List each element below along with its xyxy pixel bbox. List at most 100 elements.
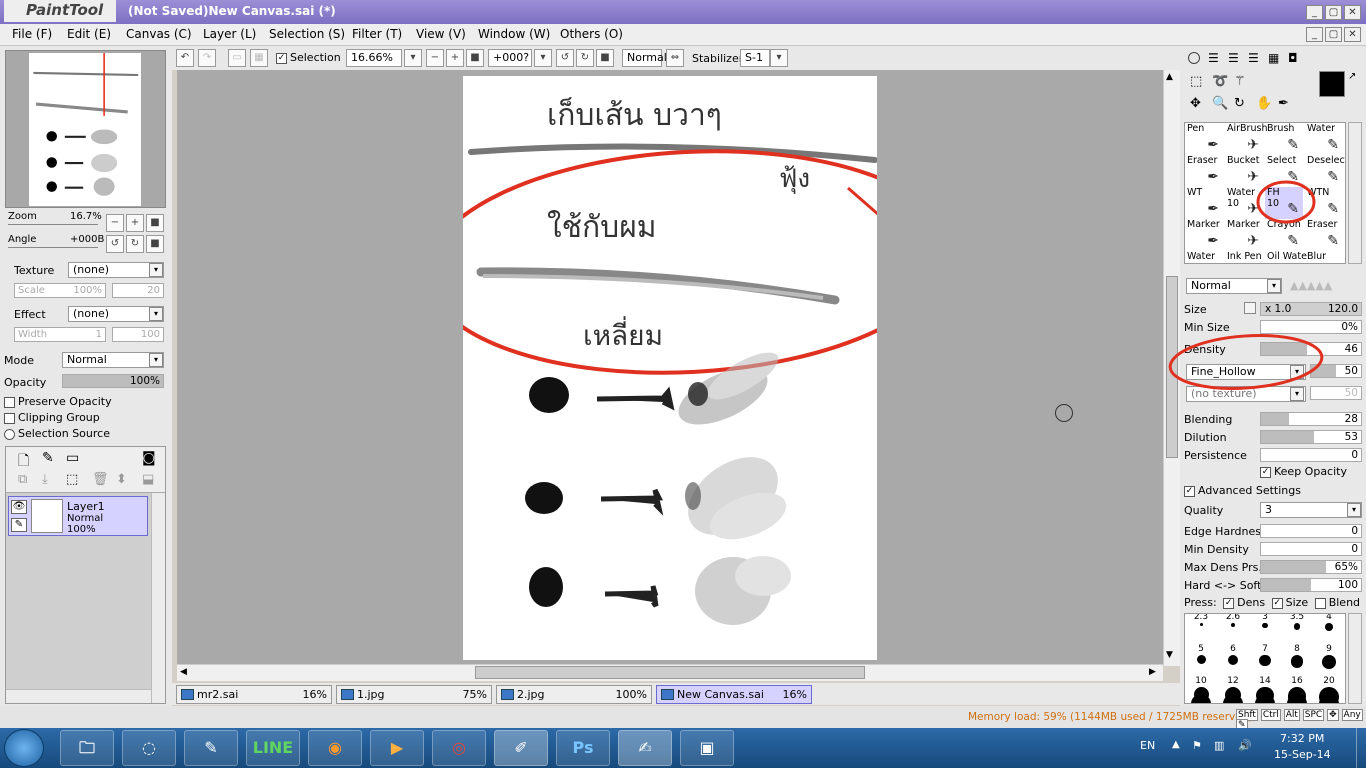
nav-zoom-reset-icon[interactable]: ■ (146, 214, 164, 232)
rotate-left-icon[interactable]: ↺ (556, 49, 574, 67)
brush-tool-slot[interactable]: Blur✎ (1305, 251, 1343, 263)
merge-visible-icon[interactable]: ⬓ (142, 472, 154, 487)
taskbar-notepad-icon[interactable]: ✎ (184, 730, 238, 766)
brush-tool-slot[interactable]: Ink Pen✈ (1225, 251, 1263, 263)
copy-layer-icon[interactable]: ⧉ (18, 472, 27, 487)
pressure-blend-checkbox[interactable] (1314, 597, 1326, 609)
deselect-icon[interactable]: ▭ (228, 49, 246, 67)
taskbar-line-icon[interactable]: LINE (246, 730, 300, 766)
rgb-slider-icon[interactable]: ☰ (1208, 51, 1219, 65)
brush-size-preset[interactable]: 5 (1185, 644, 1217, 676)
layer-h-scrollbar[interactable] (6, 689, 151, 703)
doc-close-button[interactable]: ✕ (1344, 27, 1361, 42)
keep-opacity-option[interactable]: ✓ Keep Opacity (1260, 465, 1347, 478)
brush-size-preset[interactable]: 2.3 (1185, 614, 1217, 644)
rect-select-icon[interactable]: ⬚ (1190, 74, 1202, 89)
layer-mode-dropdown-icon[interactable]: ▾ (149, 353, 163, 367)
nav-zoom-slider[interactable] (8, 224, 98, 225)
minimize-button[interactable]: _ (1306, 5, 1323, 20)
new-folder-icon[interactable]: ▭ (66, 450, 79, 466)
tray-flag-icon[interactable]: ⚑ (1192, 739, 1202, 752)
size-range-icon[interactable] (1244, 302, 1256, 314)
start-button[interactable] (4, 729, 44, 767)
advanced-settings-option[interactable]: ✓ Advanced Settings (1184, 484, 1301, 497)
hard-soft-slider[interactable]: 100 (1260, 578, 1362, 592)
brush-tool-slot[interactable]: Water✒ (1185, 251, 1223, 263)
hand-icon[interactable]: ✋ (1256, 96, 1272, 111)
brush-tool-slot[interactable]: Water ✎ (1305, 123, 1343, 155)
doc-restore-button[interactable]: ▢ (1325, 27, 1342, 42)
brush-size-preset[interactable]: 6 (1217, 644, 1249, 676)
zoom-in-icon[interactable]: + (446, 49, 464, 67)
brush-mode-dropdown-icon[interactable]: ▾ (1267, 279, 1281, 293)
merge-layer-icon[interactable]: ⤓ (42, 472, 48, 487)
zoom-icon[interactable]: 🔍 (1212, 96, 1228, 111)
stabilizer-dropdown-icon[interactable]: ▾ (770, 49, 788, 67)
scroll-up-icon[interactable]: ▲ (1166, 72, 1173, 82)
preserve-opacity-checkbox[interactable] (4, 396, 15, 408)
brush-tool-slot[interactable]: Oil Wate✎ (1265, 251, 1307, 263)
brush-size-preset[interactable]: 2.6 (1217, 614, 1249, 644)
clear-layer-icon[interactable]: ⬚ (66, 472, 78, 487)
doc-minimize-button[interactable]: _ (1306, 27, 1323, 42)
primary-color-swatch[interactable] (1319, 71, 1345, 97)
layer-row[interactable]: 👁 ✎ Layer1 Normal 100% (8, 496, 148, 536)
max-dens-prs-slider[interactable]: 65% (1260, 560, 1362, 574)
menu-view[interactable]: View (V) (416, 27, 466, 41)
zoom-dropdown-icon[interactable]: ▾ (404, 49, 422, 67)
nav-rotate-right-icon[interactable]: ↻ (126, 235, 144, 253)
nav-angle-slider[interactable] (8, 247, 98, 248)
taskbar-painttool-icon[interactable]: ✐ (494, 730, 548, 766)
new-linework-layer-icon[interactable]: ✎ (42, 450, 54, 466)
clock-time[interactable]: 7:32 PM (1280, 732, 1324, 745)
quality-dropdown-icon[interactable]: ▾ (1347, 503, 1361, 517)
key-any[interactable]: Any (1341, 709, 1363, 721)
scale-number[interactable]: 20 (112, 283, 164, 298)
stabilizer-field[interactable]: S-1 (740, 49, 770, 67)
preserve-opacity-option[interactable]: Preserve Opacity (4, 395, 112, 408)
keep-opacity-checkbox[interactable]: ✓ (1260, 466, 1271, 478)
hsv-slider-icon[interactable]: ☰ (1228, 51, 1239, 65)
taskbar-firefox-icon[interactable]: ◉ (308, 730, 362, 766)
undo-icon[interactable]: ↶ (176, 49, 194, 67)
width-number[interactable]: 100 (112, 327, 164, 342)
min-density-slider[interactable]: 0 (1260, 542, 1362, 556)
scale-slider[interactable]: Scale 100% (14, 283, 106, 298)
flip-icon[interactable]: ⇔ (666, 49, 684, 67)
menu-edit[interactable]: Edit (E) (67, 27, 111, 41)
brush-tool-slot[interactable]: AirBrush ✈ (1225, 123, 1267, 155)
close-button[interactable]: ✕ (1344, 5, 1361, 20)
menu-layer[interactable]: Layer (L) (203, 27, 256, 41)
brush-tool-slot[interactable]: WT ✒ (1185, 187, 1223, 219)
view-mode-field[interactable]: Normal (622, 49, 667, 67)
canvas-h-scrollbar[interactable]: ◀ ▶ (177, 664, 1163, 681)
scroll-down-icon[interactable]: ▼ (1166, 650, 1173, 660)
clipping-group-option[interactable]: Clipping Group (4, 411, 100, 424)
selection-source-option[interactable]: Selection Source (4, 427, 110, 440)
brush-tool-slot[interactable]: Pen ✒ (1185, 123, 1223, 155)
h-scroll-thumb[interactable] (475, 666, 865, 679)
layer-scrollbar[interactable] (151, 493, 165, 703)
angle-field[interactable]: +000? (488, 49, 532, 67)
file-tab-mr2[interactable]: mr2.sai 16% (176, 685, 332, 704)
taskbar-swirl-icon[interactable]: ◌ (122, 730, 176, 766)
brush-shape-presets[interactable]: ▲▲▲▲▲ (1290, 279, 1332, 292)
visibility-eye-icon[interactable]: 👁 (11, 500, 27, 514)
taskbar-photoshop-icon[interactable]: Ps (556, 730, 610, 766)
color-wheel-icon[interactable] (1188, 52, 1200, 64)
brush-tool-slot[interactable]: Brush ✎ (1265, 123, 1303, 155)
show-desktop-button[interactable] (1356, 728, 1366, 768)
effect-dropdown-icon[interactable]: ▾ (149, 307, 163, 321)
tray-up-arrow-icon[interactable]: ▲ (1172, 739, 1180, 750)
key-ctrl[interactable]: Ctrl (1260, 709, 1281, 721)
rotate-right-icon[interactable]: ↻ (576, 49, 594, 67)
size-palette-scrollbar[interactable] (1348, 613, 1362, 704)
delete-layer-icon[interactable]: 🗑 (92, 472, 109, 487)
move-icon[interactable]: ✥ (1190, 96, 1201, 111)
navigator-preview[interactable] (5, 50, 166, 208)
nav-rotate-left-icon[interactable]: ↺ (106, 235, 124, 253)
scroll-right-icon[interactable]: ▶ (1149, 667, 1156, 677)
canvas-paper[interactable]: เก็บเส้น บวาๆ ฟุ้ง ใช้กับผม เหลี่ยม (463, 76, 877, 660)
nav-zoom-in-icon[interactable]: + (126, 214, 144, 232)
new-layer-icon[interactable]: 🗋 (18, 450, 29, 474)
